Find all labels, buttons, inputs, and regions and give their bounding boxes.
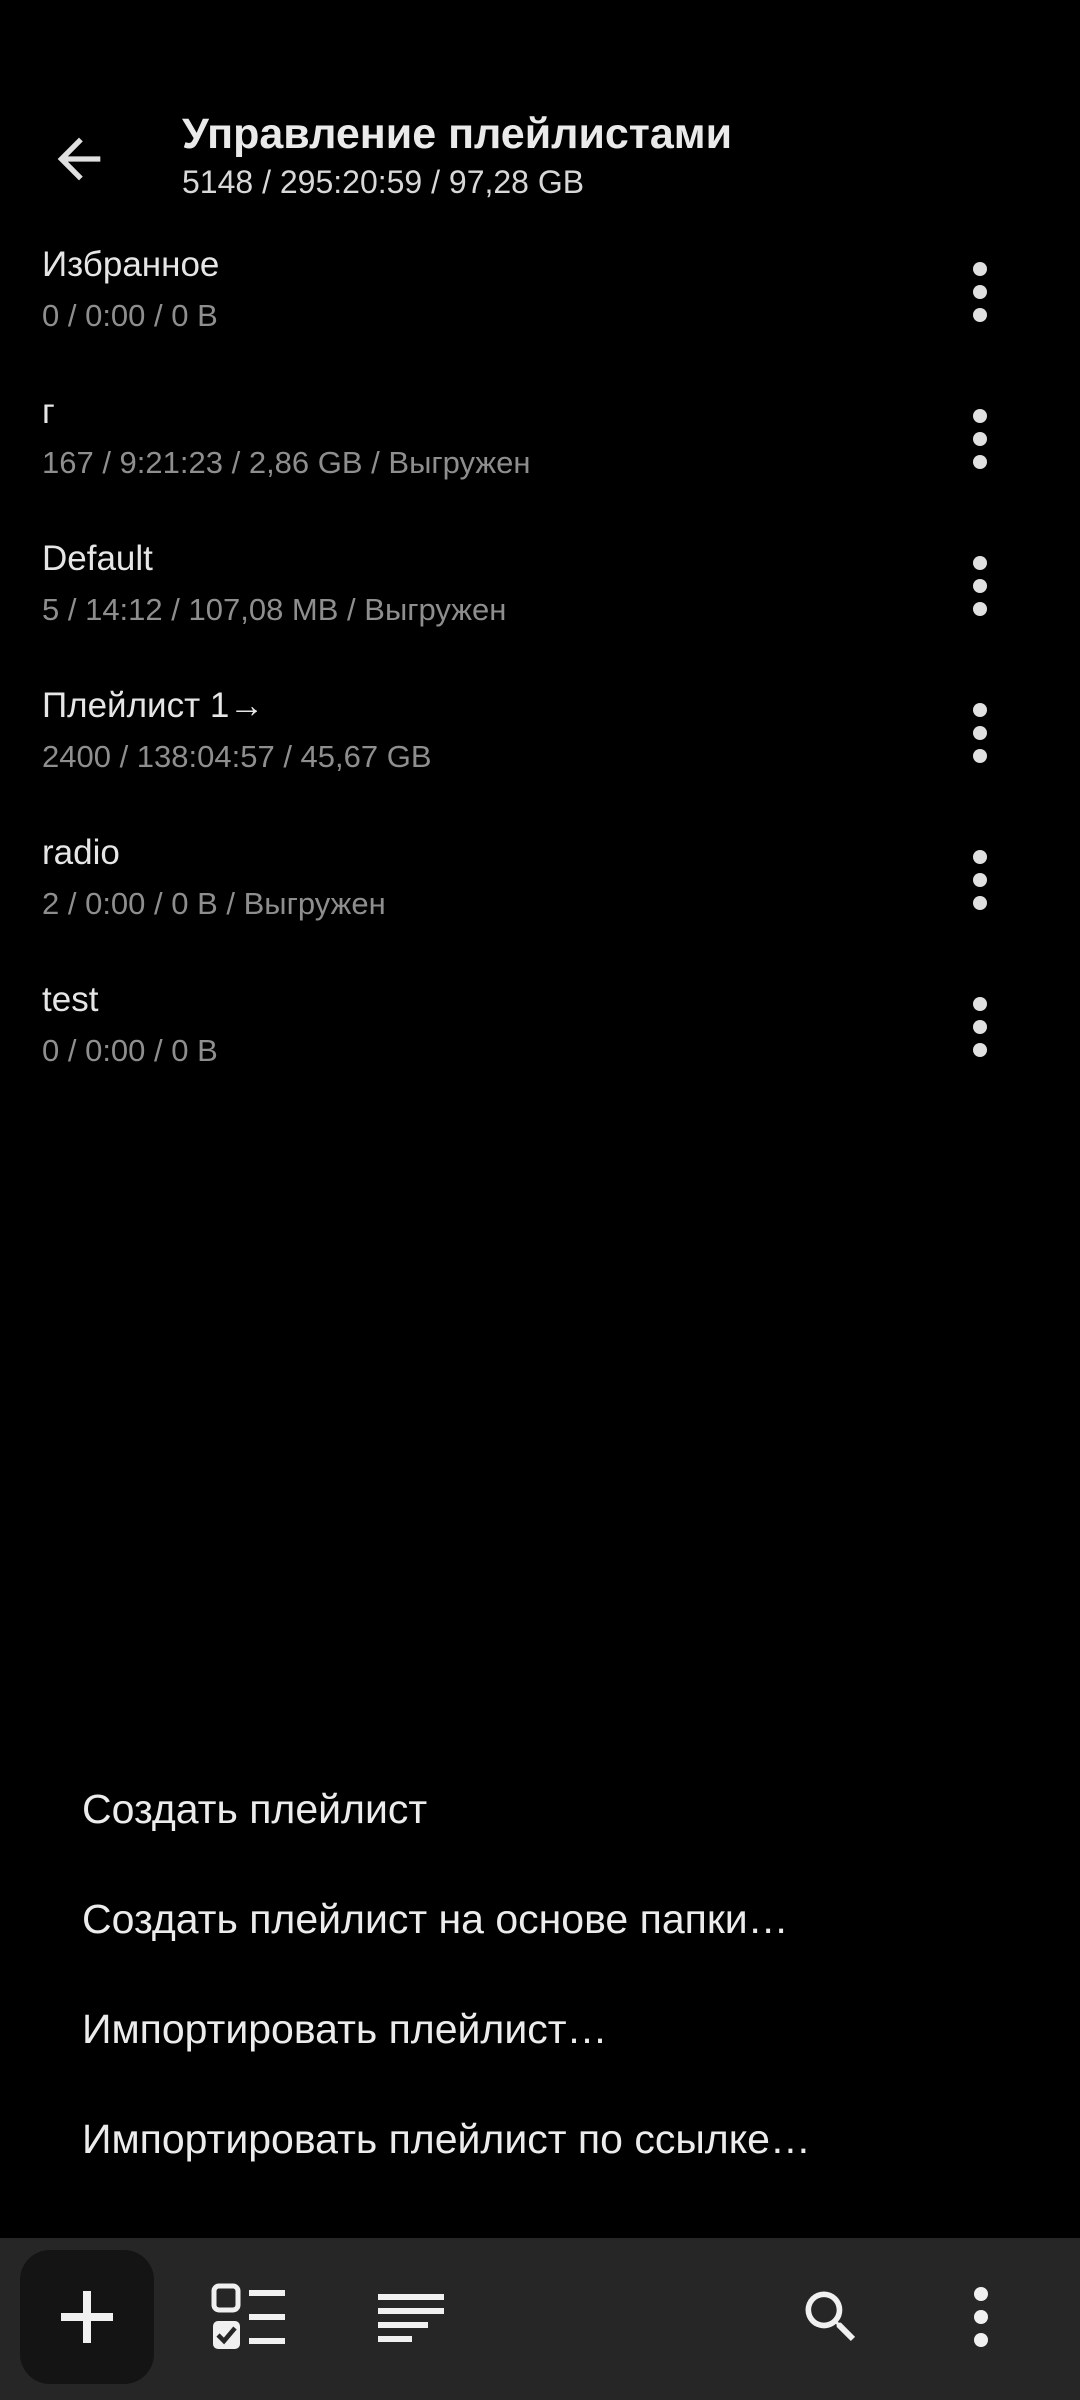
playlist-info: 2400 / 138:04:57 / 45,67 GB [42,739,432,774]
page-title: Управление плейлистами [182,110,733,158]
app-header: Управление плейлистами 5148 / 295:20:59 … [0,90,1080,220]
menu-item-import-playlist[interactable]: Импортировать плейлист… [82,2006,608,2053]
playlist-item-default[interactable]: Default 5 / 14:12 / 107,08 MB / Выгружен [0,534,1080,681]
create-playlist-menu: Создать плейлист Создать плейлист на осн… [0,1760,1080,2235]
select-button[interactable] [182,2250,316,2384]
playlist-manager-screen: Управление плейлистами 5148 / 295:20:59 … [0,0,1080,2400]
playlist-item-playlist-1[interactable]: Плейлист 1→ 2400 / 138:04:57 / 45,67 GB [0,681,1080,828]
playlist-item-favorites[interactable]: Избранное 0 / 0:00 / 0 B [0,240,1080,387]
playlist-more-button[interactable] [940,693,1020,773]
more-vert-icon [973,997,987,1057]
playlist-more-button[interactable] [940,546,1020,626]
more-vert-icon [973,409,987,469]
playlist-more-button[interactable] [940,987,1020,1067]
search-button[interactable] [764,2250,898,2384]
more-vert-icon [974,2287,988,2347]
playlist-list: Избранное 0 / 0:00 / 0 B г 167 / 9:21:23… [0,240,1080,1122]
playlist-more-button[interactable] [940,840,1020,920]
menu-item-create-playlist[interactable]: Создать плейлист [82,1786,427,1833]
more-vert-icon [973,703,987,763]
playlist-info: 2 / 0:00 / 0 B / Выгружен [42,886,386,921]
more-vert-icon [973,556,987,616]
playlist-name: radio [42,833,120,872]
plus-icon [61,2291,113,2343]
playlist-more-button[interactable] [940,399,1020,479]
add-button[interactable] [20,2250,154,2384]
playlist-info: 0 / 0:00 / 0 B [42,1033,218,1068]
playlist-info: 5 / 14:12 / 107,08 MB / Выгружен [42,592,507,627]
playlist-name: Избранное [42,245,220,284]
playlist-item-test[interactable]: test 0 / 0:00 / 0 B [0,975,1080,1122]
page-subtitle: 5148 / 295:20:59 / 97,28 GB [182,164,585,200]
sort-lines-icon [378,2294,444,2342]
playlist-name: г [42,392,55,431]
playlist-info: 167 / 9:21:23 / 2,86 GB / Выгружен [42,445,531,480]
playlist-name: test [42,980,99,1019]
playlist-name: Плейлист 1→ [42,686,265,725]
more-vert-icon [973,262,987,322]
playlist-name: Default [42,539,153,578]
back-button[interactable] [38,118,120,200]
search-icon [805,2291,856,2342]
checklist-icon [211,2283,285,2349]
menu-item-import-by-link[interactable]: Импортировать плейлист по ссылке… [82,2116,811,2163]
playlist-info: 0 / 0:00 / 0 B [42,298,218,333]
bottom-toolbar [0,2238,1080,2400]
playlist-item-radio[interactable]: radio 2 / 0:00 / 0 B / Выгружен [0,828,1080,975]
more-vert-icon [973,850,987,910]
menu-item-create-from-folder[interactable]: Создать плейлист на основе папки… [82,1896,789,1943]
arrow-back-icon [57,137,101,181]
overflow-menu-button[interactable] [914,2250,1048,2384]
playlist-item-g[interactable]: г 167 / 9:21:23 / 2,86 GB / Выгружен [0,387,1080,534]
playlist-more-button[interactable] [940,252,1020,332]
sort-button[interactable] [344,2250,478,2384]
